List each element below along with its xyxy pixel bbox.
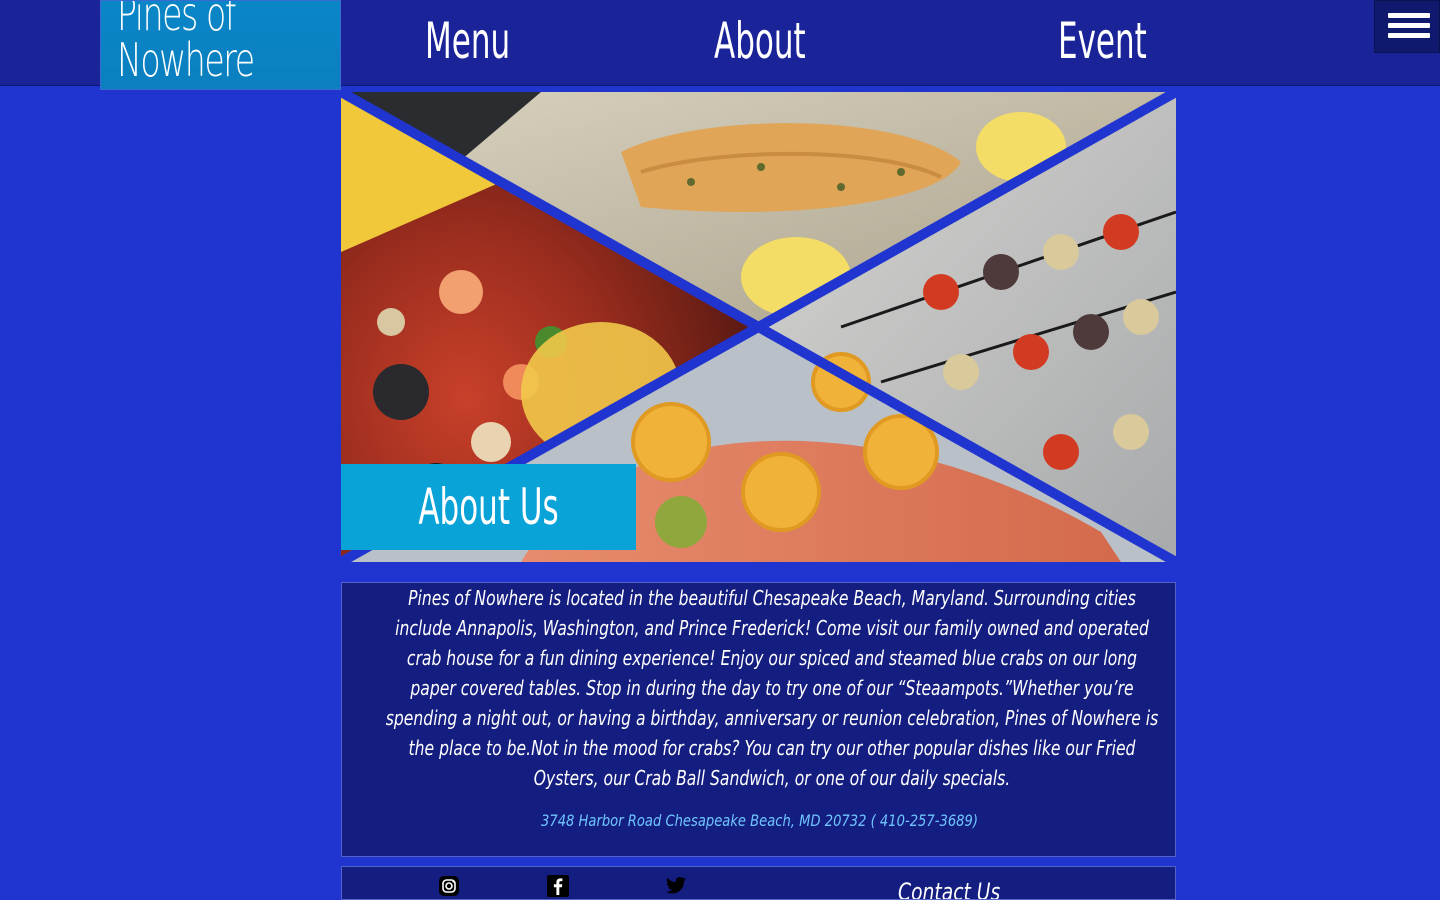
brand-name-line2: Nowhere — [117, 33, 255, 87]
nav-link-menu[interactable]: Menu — [425, 6, 510, 76]
hamburger-icon-bar — [1388, 23, 1430, 28]
address-and-phone: 3748 Harbor Road Chesapeake Beach, MD 20… — [540, 811, 978, 830]
about-paragraph: Pines of Nowhere is located in the beaut… — [385, 586, 1159, 790]
hamburger-icon-bar — [1388, 33, 1430, 38]
contact-us-link[interactable]: Contact Us — [898, 875, 1000, 899]
about-description-panel: Pines of Nowhere is located in the beaut… — [341, 582, 1176, 857]
instagram-icon[interactable] — [438, 875, 460, 897]
nav-link-event[interactable]: Event — [1058, 6, 1147, 76]
facebook-icon[interactable] — [547, 875, 569, 897]
twitter-icon[interactable] — [665, 875, 687, 897]
about-us-badge: About Us — [341, 464, 636, 550]
hamburger-menu-button[interactable] — [1374, 0, 1440, 53]
brand-logo[interactable]: Pines of Nowhere — [100, 0, 341, 90]
about-us-heading: About Us — [418, 478, 559, 536]
nav-link-about[interactable]: About — [714, 6, 806, 76]
hamburger-icon-bar — [1388, 13, 1430, 18]
about-paragraph-wrapper: Pines of Nowhere is located in the beaut… — [382, 583, 1162, 793]
brand-name-line1: Pines of — [117, 0, 236, 41]
footer-bar: Contact Us — [341, 866, 1176, 900]
brand-name: Pines of Nowhere — [117, 0, 255, 87]
